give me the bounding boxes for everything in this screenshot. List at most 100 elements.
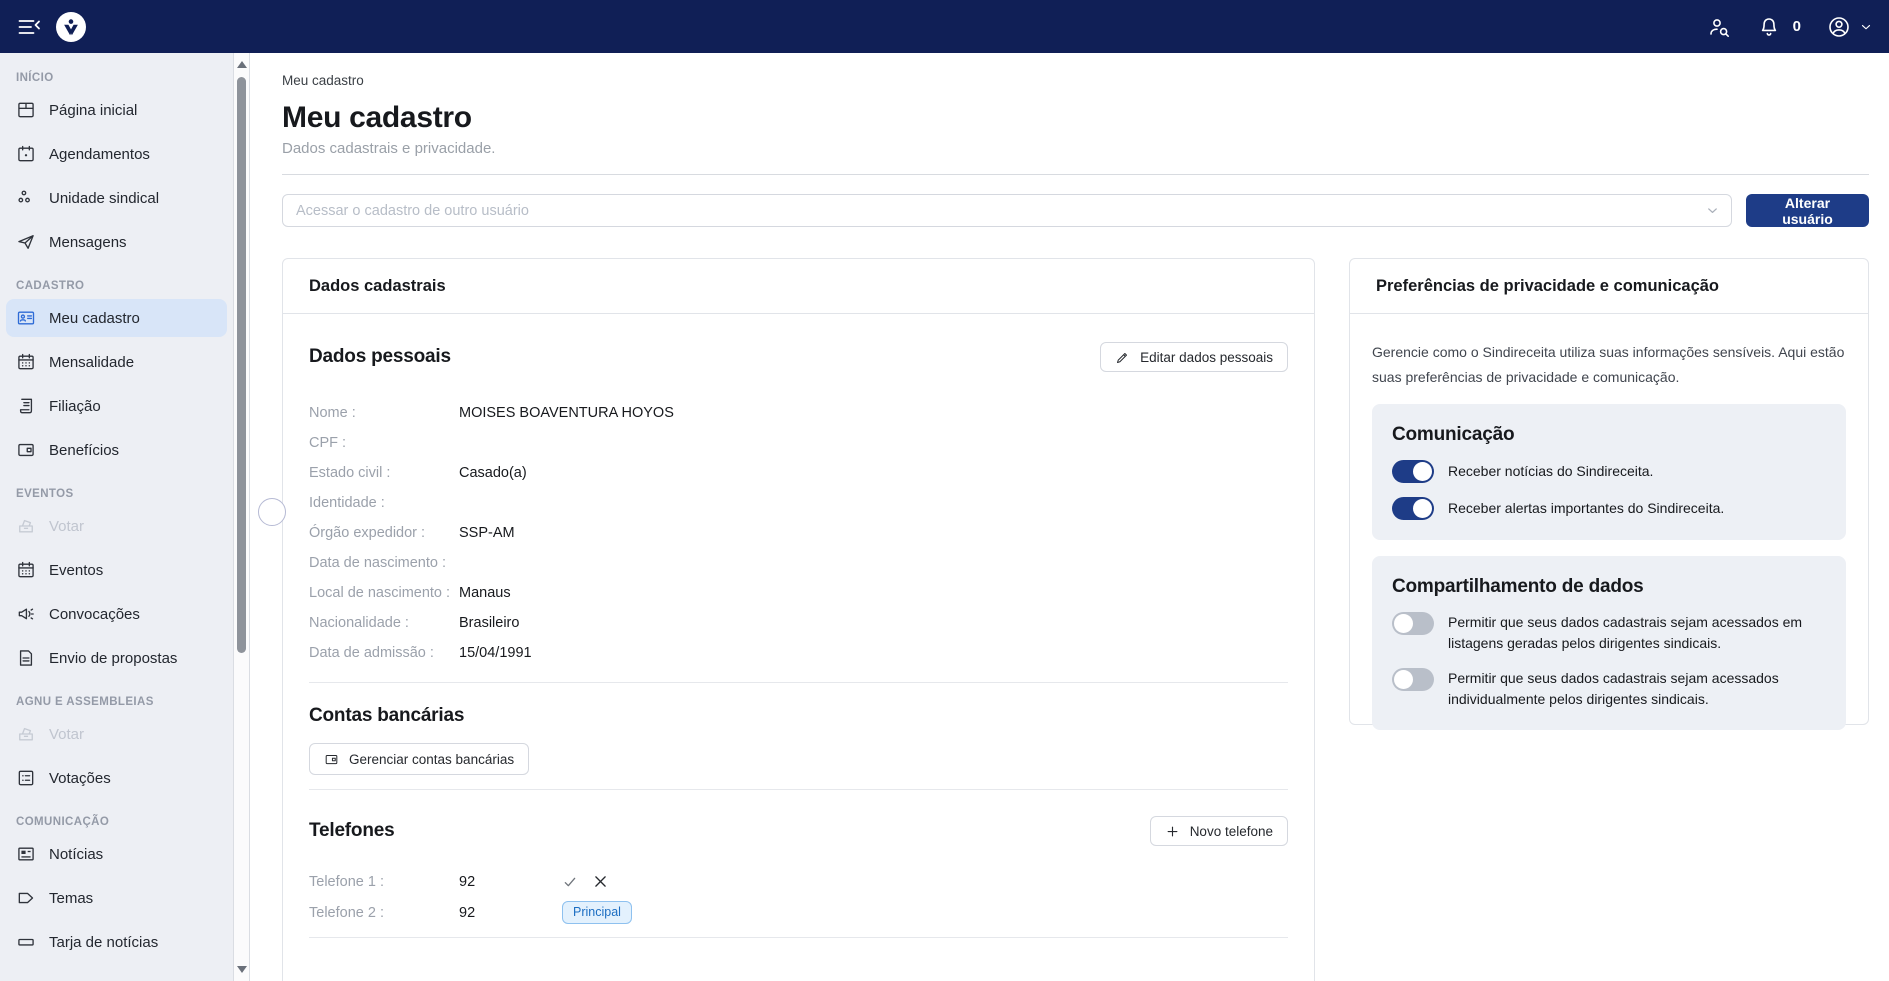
scroll-up-arrow-icon[interactable]	[237, 61, 247, 68]
sidebar-item-noticias[interactable]: Notícias	[6, 839, 227, 869]
sidebar-item-unidade-sindical[interactable]: Unidade sindical	[6, 183, 227, 213]
privacy-card-title: Preferências de privacidade e comunicaçã…	[1350, 259, 1868, 314]
field-row: Nacionalidade :Brasileiro	[309, 608, 1288, 638]
document-scroll-icon	[16, 396, 36, 416]
app-root: 0 INÍCIO Página inicial Agendamentos Uni…	[0, 0, 1889, 981]
data-sharing-title: Compartilhamento de dados	[1392, 576, 1826, 598]
field-row: Estado civil :Casado(a)	[309, 458, 1288, 488]
toggle-row: Permitir que seus dados cadastrais sejam…	[1392, 612, 1826, 654]
sidebar-section-inicio: INÍCIO	[16, 71, 217, 85]
ballot-icon	[16, 516, 36, 536]
phone-row: Telefone 2 : 92 Principal	[309, 897, 1288, 928]
sidebar-section-agnu: AGNU E ASSEMBLEIAS	[16, 695, 217, 709]
divider	[309, 789, 1288, 790]
sidebar: INÍCIO Página inicial Agendamentos Unida…	[0, 53, 233, 981]
org-icon	[16, 188, 36, 208]
sidebar-item-pagina-inicial[interactable]: Página inicial	[6, 95, 227, 125]
field-row: Local de nascimento :Manaus	[309, 578, 1288, 608]
field-row: Órgão expedidor :SSP-AM	[309, 518, 1288, 548]
phones-title: Telefones	[309, 820, 394, 842]
alerts-toggle[interactable]	[1392, 497, 1434, 520]
sidebar-item-meu-cadastro[interactable]: Meu cadastro	[6, 299, 227, 337]
person-search-icon[interactable]	[1707, 15, 1731, 39]
calendar-event-icon	[16, 144, 36, 164]
sidebar-item-convocacoes[interactable]: Convocações	[6, 599, 227, 629]
scrollbar-thumb[interactable]	[237, 77, 246, 653]
app-logo[interactable]	[56, 12, 86, 42]
file-text-icon	[16, 648, 36, 668]
sidebar-section-cadastro: CADASTRO	[16, 279, 217, 293]
news-toggle[interactable]	[1392, 460, 1434, 483]
sidebar-item-mensagens[interactable]: Mensagens	[6, 227, 227, 257]
divider	[309, 937, 1288, 938]
toggle-row: Permitir que seus dados cadastrais sejam…	[1392, 668, 1826, 710]
communication-title: Comunicação	[1392, 424, 1826, 446]
account-icon[interactable]	[1827, 15, 1851, 39]
manage-bank-accounts-button[interactable]: Gerenciar contas bancárias	[309, 743, 529, 775]
individual-access-toggle[interactable]	[1392, 668, 1434, 691]
sidebar-section-comunicacao: COMUNICAÇÃO	[16, 815, 217, 829]
top-navbar: 0	[0, 0, 1889, 53]
banner-icon	[16, 932, 36, 952]
registration-card-title: Dados cadastrais	[283, 259, 1314, 314]
plus-icon	[1165, 824, 1180, 839]
scroll-down-arrow-icon[interactable]	[237, 966, 247, 973]
field-row: Nome :MOISES BOAVENTURA HOYOS	[309, 398, 1288, 428]
sidebar-item-beneficios[interactable]: Benefícios	[6, 435, 227, 465]
sidebar-item-eventos[interactable]: Eventos	[6, 555, 227, 585]
tag-icon	[16, 888, 36, 908]
field-row: Identidade :	[309, 488, 1288, 518]
wallet-icon	[324, 752, 339, 767]
phone-rows: Telefone 1 : 92 Telefone 2 : 92 Principa…	[309, 866, 1288, 928]
user-switch-row: Alterar usuário	[282, 194, 1869, 227]
data-sharing-panel: Compartilhamento de dados Permitir que s…	[1372, 556, 1846, 730]
calendar-grid-icon	[16, 352, 36, 372]
sidebar-item-temas[interactable]: Temas	[6, 883, 227, 913]
checklist-icon	[16, 768, 36, 788]
sidebar-item-agendamentos[interactable]: Agendamentos	[6, 139, 227, 169]
sidebar-item-envio-de-propostas[interactable]: Envio de propostas	[6, 643, 227, 673]
layout-icon	[16, 100, 36, 120]
new-phone-button[interactable]: Novo telefone	[1150, 816, 1288, 846]
id-card-icon	[16, 308, 36, 328]
user-search-input[interactable]	[282, 194, 1732, 227]
sidebar-resize-handle[interactable]	[258, 498, 286, 526]
field-row: Data de admissão :15/04/1991	[309, 638, 1288, 668]
bank-accounts-title: Contas bancárias	[309, 705, 1288, 727]
confirm-check-icon[interactable]	[562, 874, 578, 890]
newspaper-icon	[16, 844, 36, 864]
sidebar-item-filiacao[interactable]: Filiação	[6, 391, 227, 421]
sidebar-item-votacoes[interactable]: Votações	[6, 763, 227, 793]
megaphone-icon	[16, 604, 36, 624]
principal-badge: Principal	[562, 901, 632, 924]
listing-access-toggle[interactable]	[1392, 612, 1434, 635]
toggle-row: Receber notícias do Sindireceita.	[1392, 460, 1826, 483]
phone-row: Telefone 1 : 92	[309, 866, 1288, 897]
sidebar-scrollbar[interactable]	[233, 53, 250, 981]
ballot-icon	[16, 724, 36, 744]
breadcrumb[interactable]: Meu cadastro	[282, 73, 1869, 88]
change-user-button[interactable]: Alterar usuário	[1746, 194, 1869, 227]
personal-data-fields: Nome :MOISES BOAVENTURA HOYOS CPF : Esta…	[309, 398, 1288, 668]
privacy-description: Gerencie como o Sindireceita utiliza sua…	[1372, 340, 1846, 390]
privacy-card: Preferências de privacidade e comunicaçã…	[1349, 258, 1869, 725]
sidebar-item-mensalidade[interactable]: Mensalidade	[6, 347, 227, 377]
cancel-x-icon[interactable]	[592, 873, 609, 890]
notifications-count: 0	[1793, 18, 1801, 35]
pencil-icon	[1115, 350, 1130, 365]
registration-card: Dados cadastrais Dados pessoais Editar d…	[282, 258, 1315, 981]
collapse-menu-icon[interactable]	[16, 14, 42, 40]
page-subtitle: Dados cadastrais e privacidade.	[282, 140, 1869, 157]
wallet-icon	[16, 440, 36, 460]
header-divider	[282, 174, 1869, 175]
edit-personal-data-button[interactable]: Editar dados pessoais	[1100, 342, 1288, 372]
sidebar-item-votar-eventos: Votar	[6, 511, 227, 541]
sidebar-item-votar-agnu: Votar	[6, 719, 227, 749]
field-row: Data de nascimento :	[309, 548, 1288, 578]
chevron-down-icon[interactable]	[1859, 20, 1873, 34]
sidebar-item-tarja-de-noticias[interactable]: Tarja de notícias	[6, 927, 227, 957]
field-row: CPF :	[309, 428, 1288, 458]
toggle-row: Receber alertas importantes do Sindirece…	[1392, 497, 1826, 520]
bell-icon[interactable]	[1757, 15, 1781, 39]
calendar-grid-icon	[16, 560, 36, 580]
